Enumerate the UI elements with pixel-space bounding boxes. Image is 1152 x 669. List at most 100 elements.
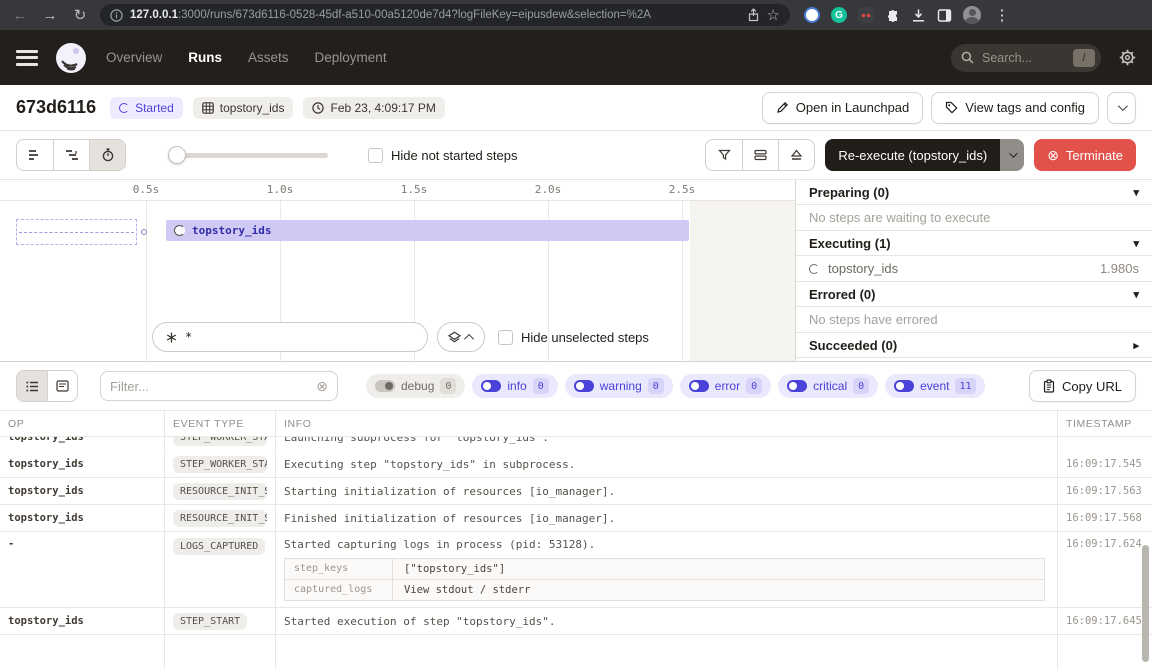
log-level-toggle-debug[interactable]: debug 0 xyxy=(366,374,465,398)
global-search-input[interactable]: Search... / xyxy=(951,44,1101,72)
log-filter-input[interactable] xyxy=(110,379,310,394)
nav-item-overview[interactable]: Overview xyxy=(106,50,162,65)
toggle-switch-icon xyxy=(787,380,807,392)
extension-icon-blue[interactable] xyxy=(804,7,820,23)
settings-gear-icon[interactable] xyxy=(1119,49,1136,66)
log-timestamp: 16:09:17.545 xyxy=(1058,451,1152,477)
browser-reload-icon[interactable]: ↻ xyxy=(70,6,90,24)
level-label: debug xyxy=(401,379,434,393)
job-name-tag[interactable]: topstory_ids xyxy=(193,97,294,119)
log-row[interactable]: topstory_ids RESOURCE_INIT_SUCC… Finishe… xyxy=(0,505,1152,532)
slider-knob[interactable] xyxy=(168,146,186,164)
view-tags-config-button[interactable]: View tags and config xyxy=(931,92,1099,124)
hide-not-started-checkbox[interactable]: Hide not started steps xyxy=(368,148,517,163)
extension-icon-grammarly[interactable]: G xyxy=(831,7,847,23)
timer-view-icon[interactable] xyxy=(89,140,125,170)
log-level-toggle-event[interactable]: event 11 xyxy=(885,374,984,398)
step-selector-row: Hide unselected steps xyxy=(152,322,649,352)
log-op: topstory_ids xyxy=(0,505,165,531)
copy-url-button[interactable]: Copy URL xyxy=(1029,370,1136,402)
panel-section-preparing[interactable]: Preparing (0) ▾ xyxy=(796,180,1152,205)
browser-menu-kebab-icon[interactable]: ⋮ xyxy=(992,6,1012,24)
terminate-button[interactable]: ⊗ Terminate xyxy=(1034,139,1136,171)
step-spinner-icon xyxy=(174,225,185,236)
browser-back-icon[interactable]: ← xyxy=(10,7,30,24)
log-row-logs-captured[interactable]: - LOGS_CAPTURED Started capturing logs i… xyxy=(0,532,1152,608)
extension-icon-robot[interactable] xyxy=(858,7,874,23)
hide-unselected-checkbox[interactable]: Hide unselected steps xyxy=(498,330,649,345)
gantt-pending-step-box[interactable] xyxy=(16,219,137,245)
toggle-switch-icon xyxy=(481,380,501,392)
event-type-badge: RESOURCE_INIT_SUCC… xyxy=(173,510,267,527)
event-type-badge: STEP_WORKER_STARTI… xyxy=(173,437,267,446)
waterfall-view-icon[interactable] xyxy=(53,140,89,170)
executing-step-row[interactable]: topstory_ids 1.980s xyxy=(796,256,1152,282)
eject-icon[interactable] xyxy=(778,140,814,170)
logs-scrollbar-thumb[interactable] xyxy=(1142,545,1149,662)
preparing-empty-message: No steps are waiting to execute xyxy=(796,205,1152,231)
browser-url-bar[interactable]: 127.0.0.1:3000/runs/673d6116-0528-45df-a… xyxy=(100,4,790,26)
log-view-segment xyxy=(16,370,78,402)
rows-icon[interactable] xyxy=(742,140,778,170)
gantt-toolbar: Hide not started steps Re-execute (topst… xyxy=(0,131,1152,180)
nav-item-assets[interactable]: Assets xyxy=(248,50,289,65)
log-level-toggle-info[interactable]: info 0 xyxy=(472,374,557,398)
event-type-badge: RESOURCE_INIT_STAR… xyxy=(173,483,267,500)
panel-section-succeeded[interactable]: Succeeded (0) ▸ xyxy=(796,333,1152,358)
page-info-icon[interactable] xyxy=(110,9,123,22)
dagster-logo[interactable] xyxy=(54,41,88,75)
share-icon[interactable] xyxy=(747,8,760,22)
run-time-label: Feb 23, 4:09:17 PM xyxy=(330,101,435,115)
extensions-puzzle-icon[interactable] xyxy=(885,8,900,23)
log-row[interactable]: topstory_ids STEP_WORKER_STARTED Executi… xyxy=(0,451,1152,478)
checkbox-icon[interactable] xyxy=(368,148,383,163)
log-row[interactable]: topstory_ids RESOURCE_INIT_STAR… Startin… xyxy=(0,478,1152,505)
gantt-view-mode-segment xyxy=(16,139,126,171)
browser-chrome: ← → ↻ 127.0.0.1:3000/runs/673d6116-0528-… xyxy=(0,0,1152,30)
selector-options-button[interactable] xyxy=(437,322,485,352)
downloads-icon[interactable] xyxy=(911,8,926,23)
event-type-badge: LOGS_CAPTURED xyxy=(173,538,265,555)
clipboard-icon xyxy=(1043,379,1055,393)
nav-item-deployment[interactable]: Deployment xyxy=(315,50,387,65)
flat-view-icon[interactable] xyxy=(17,140,53,170)
structured-list-view-icon[interactable] xyxy=(17,371,47,401)
open-in-launchpad-button[interactable]: Open in Launchpad xyxy=(762,92,923,124)
step-selector-input[interactable] xyxy=(185,330,415,344)
log-row[interactable]: topstory_ids STEP_START Started executio… xyxy=(0,608,1152,635)
raw-log-view-icon[interactable] xyxy=(47,371,77,401)
log-timestamp: 16:09:17.568 xyxy=(1058,505,1152,531)
browser-profile-avatar[interactable] xyxy=(963,6,981,24)
reexecute-button[interactable]: Re-execute (topstory_ids) xyxy=(825,139,1000,171)
reexecute-dropdown-button[interactable] xyxy=(1000,139,1024,171)
search-shortcut-badge: / xyxy=(1073,49,1095,67)
filter-funnel-icon[interactable] xyxy=(706,140,742,170)
op-selector-icon xyxy=(165,331,178,344)
panel-section-errored[interactable]: Errored (0) ▾ xyxy=(796,282,1152,307)
log-level-toggle-error[interactable]: error 0 xyxy=(680,374,771,398)
log-info: Finished initialization of resources [io… xyxy=(276,505,1058,531)
browser-extensions-area: G ⋮ xyxy=(804,6,1012,24)
run-status-label: Started xyxy=(135,101,174,115)
panel-section-executing[interactable]: Executing (1) ▾ xyxy=(796,231,1152,256)
sidebar-toggle-icon[interactable] xyxy=(937,8,952,23)
gantt-zoom-slider[interactable] xyxy=(168,146,328,164)
clear-filter-icon[interactable]: ⊗ xyxy=(316,378,328,395)
view-stdout-stderr-link[interactable]: View stdout / stderr xyxy=(393,580,541,600)
level-count: 0 xyxy=(533,378,549,394)
log-row[interactable]: topstory_ids STEP_WORKER_STARTI… Launchi… xyxy=(0,437,1152,450)
bookmark-star-icon[interactable]: ☆ xyxy=(767,6,780,24)
checkbox-icon[interactable] xyxy=(498,330,513,345)
open-in-launchpad-label: Open in Launchpad xyxy=(796,100,909,115)
run-header-more-button[interactable] xyxy=(1107,92,1136,124)
log-level-toggle-critical[interactable]: critical 0 xyxy=(778,374,878,398)
gantt-step-bar[interactable]: topstory_ids xyxy=(166,220,689,241)
terminate-label: Terminate xyxy=(1066,148,1123,163)
level-label: error xyxy=(715,379,740,393)
browser-forward-icon[interactable]: → xyxy=(40,7,60,24)
nav-item-runs[interactable]: Runs xyxy=(188,50,222,65)
step-spinner-icon xyxy=(809,264,819,274)
step-selector-input-wrap xyxy=(152,322,428,352)
hamburger-menu-icon[interactable] xyxy=(16,50,38,66)
log-level-toggle-warning[interactable]: warning 0 xyxy=(565,374,673,398)
